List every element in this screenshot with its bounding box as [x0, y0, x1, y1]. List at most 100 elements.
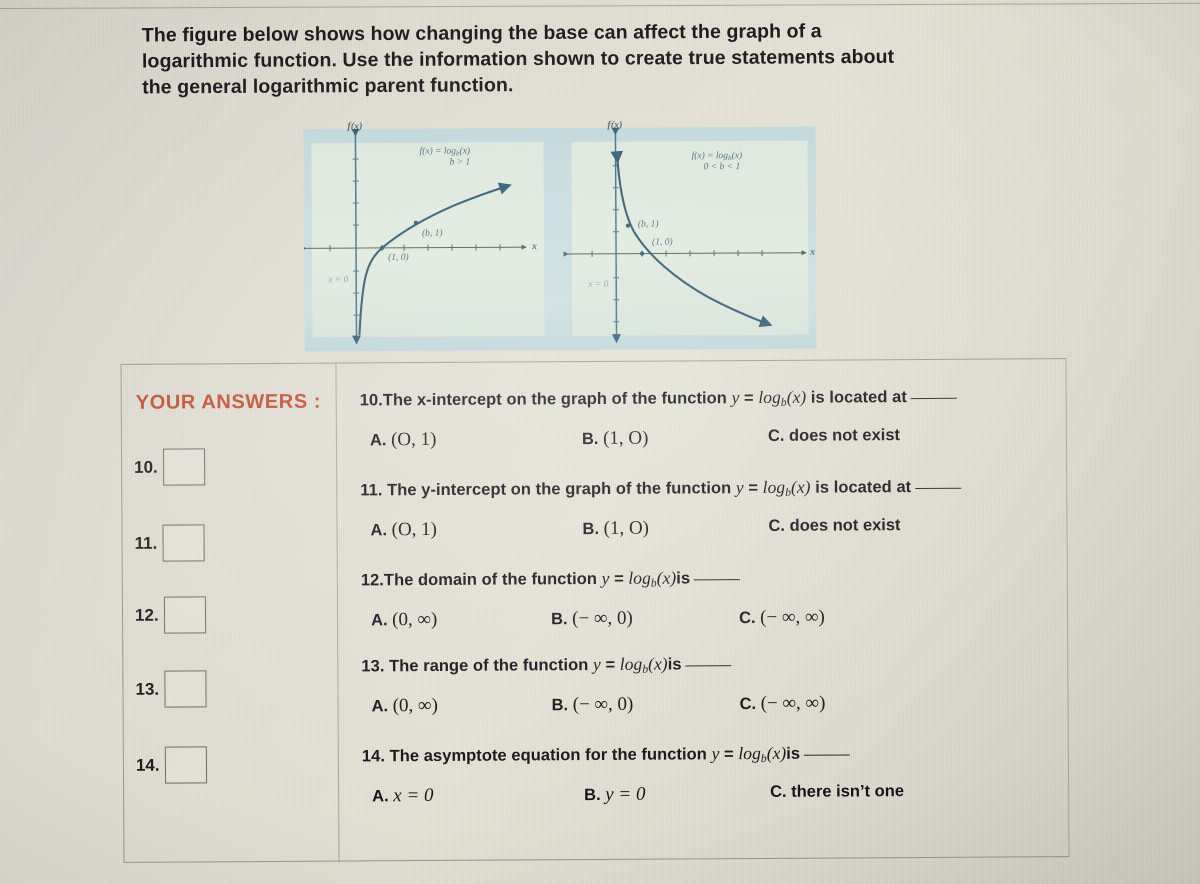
question-10-option-b[interactable]: B. (1, O) [582, 428, 649, 450]
left-point-1-0 [379, 245, 385, 251]
answer-row-12[interactable]: 12. [134, 596, 206, 634]
answer-input-14[interactable] [164, 746, 207, 784]
question-12-number: 12. [360, 571, 384, 590]
question-14-tail: is [786, 744, 801, 763]
prompt-line-2: logarithmic function. Use the informatio… [141, 45, 895, 73]
your-answers-title: YOUR ANSWERS : [135, 390, 322, 414]
question-14-text: 14. The asymptote equation for the funct… [362, 741, 1062, 772]
question-10-tail: is located at [806, 388, 907, 407]
question-12-option-a[interactable]: A. (0, ∞) [371, 609, 437, 631]
left-point-b-1 [413, 220, 419, 225]
question-11: 11. The y-intercept on the graph of the … [360, 475, 1060, 549]
answer-row-11[interactable]: 11. [134, 524, 205, 562]
question-11-eq-log: log [762, 476, 786, 497]
question-12-eq-y: y [601, 567, 610, 588]
answer-row-10[interactable]: 10. [134, 448, 205, 486]
question-13-number: 13. [361, 657, 385, 676]
question-11-tail: is located at [810, 478, 912, 497]
answer-row-12-number: 12. [134, 605, 159, 625]
right-point-10-label: (1, 0) [651, 237, 673, 248]
question-12: 12.The domain of the function y = logb(x… [361, 565, 1061, 639]
question-14-stem: The asymptote equation for the function [389, 745, 712, 766]
left-asymptote-label: x = 0 [328, 275, 349, 286]
page-background: The figure below shows how changing the … [0, 0, 1200, 884]
question-14-blank[interactable] [804, 754, 851, 756]
question-10-options: A. (O, 1) B. (1, O) C. does not exist [360, 425, 1060, 459]
left-function-label-tail: (x) [459, 146, 471, 157]
question-13-eq-log: log [619, 653, 643, 674]
question-11-stem: The y-intercept on the graph of the func… [387, 479, 736, 500]
question-14-options: A. x = 0 B. y = 0 C. there isn’t one [362, 781, 1062, 815]
question-14-eq-equals: = [719, 745, 739, 764]
question-12-tail: is [676, 569, 691, 588]
left-x-axis-label: x [532, 241, 538, 253]
left-function-label-head: f(x) = log [419, 146, 457, 157]
right-function-label-head: f(x) = log [691, 151, 729, 162]
question-13-option-c[interactable]: C. (− ∞, ∞) [740, 693, 826, 716]
question-13: 13. The range of the function y = logb(x… [361, 651, 1061, 725]
right-point-b1-label: (b, 1) [637, 219, 659, 230]
question-12-option-c[interactable]: C. (− ∞, ∞) [739, 607, 825, 630]
answer-input-13[interactable] [163, 670, 207, 708]
question-13-text: 13. The range of the function y = logb(x… [361, 651, 1061, 682]
question-12-eq-log: log [628, 567, 651, 588]
right-asymptote-label: x = 0 [588, 279, 609, 290]
question-12-eq-arg: (x) [656, 567, 677, 588]
question-10-option-a[interactable]: A. (O, 1) [370, 429, 437, 451]
question-10-text: 10.The x-intercept on the graph of the f… [360, 385, 1060, 416]
question-12-options: A. (0, ∞) B. (− ∞, 0) C. (− ∞, ∞) [361, 605, 1061, 639]
question-10-blank[interactable] [910, 397, 957, 400]
question-14-eq-log: log [738, 742, 761, 764]
answer-input-11[interactable] [162, 524, 205, 562]
question-14: 14. The asymptote equation for the funct… [362, 741, 1062, 815]
question-12-blank[interactable] [694, 579, 741, 581]
question-11-eq-equals: = [743, 478, 763, 498]
answer-input-12[interactable] [163, 596, 206, 634]
question-12-stem: The domain of the function [383, 569, 602, 590]
right-point-1-0 [639, 251, 645, 256]
right-graph-axes [563, 126, 807, 344]
answer-input-10[interactable] [162, 448, 205, 486]
question-14-number: 14. [361, 747, 386, 766]
question-11-blank[interactable] [915, 487, 962, 490]
question-12-eq-equals: = [609, 569, 629, 588]
question-14-option-a[interactable]: A. x = 0 [372, 785, 433, 807]
answer-row-13[interactable]: 13. [135, 670, 207, 708]
question-11-option-a[interactable]: A. (O, 1) [370, 519, 437, 541]
question-14-option-c[interactable]: C. there isn’t one [770, 782, 904, 802]
worksheet-panel: YOUR ANSWERS : 10. 11. 12. 13. 14. 10.Th… [120, 358, 1070, 863]
answer-row-11-number: 11. [134, 533, 158, 553]
left-y-axis-label: f(x) [347, 121, 363, 133]
question-11-option-b[interactable]: B. (1, O) [582, 518, 649, 540]
question-14-option-b[interactable]: B. y = 0 [584, 784, 645, 806]
left-log-curve [358, 182, 512, 336]
question-14-eq-arg: (x) [766, 742, 787, 763]
question-10: 10.The x-intercept on the graph of the f… [360, 385, 1060, 459]
prompt-line-3: the general logarithmic parent function. [142, 74, 514, 99]
question-11-text: 11. The y-intercept on the graph of the … [360, 475, 1060, 506]
question-12-option-b[interactable]: B. (− ∞, 0) [551, 608, 633, 630]
question-11-option-c[interactable]: C. does not exist [768, 516, 900, 536]
answer-row-14-number: 14. [135, 755, 160, 775]
logarithm-figure: f(x) x f(x) = logb(x) b > 1 (b, 1) (1, 0… [303, 120, 817, 352]
question-13-tail: is [667, 655, 682, 674]
question-13-blank[interactable] [685, 665, 732, 667]
question-10-stem: The x-intercept on the graph of the func… [382, 389, 732, 410]
question-11-eq-arg: (x) [790, 476, 811, 497]
right-log-curve [610, 150, 773, 328]
question-13-stem: The range of the function [389, 656, 594, 676]
prompt-paragraph: The figure below shows how changing the … [142, 18, 942, 101]
question-11-options: A. (O, 1) B. (1, O) C. does not exist [360, 515, 1060, 549]
answer-row-14[interactable]: 14. [135, 746, 207, 784]
question-13-eq-arg: (x) [648, 653, 668, 674]
right-x-axis-label: x [810, 246, 816, 258]
left-condition-label: b > 1 [449, 157, 471, 168]
question-13-option-b[interactable]: B. (− ∞, 0) [552, 694, 634, 716]
question-13-option-a[interactable]: A. (0, ∞) [372, 695, 438, 717]
left-point-10-label: (1, 0) [388, 252, 409, 263]
question-10-eq-log: log [758, 386, 781, 407]
question-10-option-c[interactable]: C. does not exist [768, 426, 900, 446]
panel-divider [335, 363, 340, 863]
top-divider-rule [0, 2, 1200, 9]
question-12-text: 12.The domain of the function y = logb(x… [361, 565, 1061, 596]
